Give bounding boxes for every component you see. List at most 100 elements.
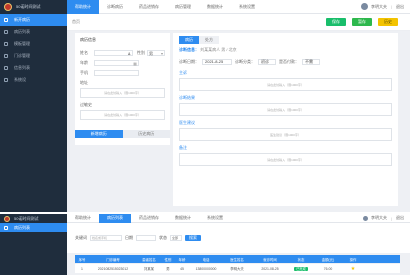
diagnosis-field[interactable]: 请在此处输入（限1000字）: [179, 103, 392, 116]
logo-icon: [4, 215, 10, 222]
date-field[interactable]: 2021-8-25: [202, 58, 232, 65]
name-label: 姓名: [80, 50, 88, 55]
search-button[interactable]: 搜索: [185, 235, 201, 241]
history-button[interactable]: 历史: [378, 18, 398, 26]
tab-record[interactable]: 病历: [179, 36, 199, 44]
col-age[interactable]: 年龄: [175, 257, 189, 262]
patient-extra: 男 / 北京: [221, 47, 237, 52]
info-icon: [4, 66, 8, 70]
sidebar-item-clinic[interactable]: 门诊管理: [0, 50, 67, 62]
col-record-no[interactable]: 门诊编号: [89, 257, 137, 262]
date-label: 日期: [125, 235, 133, 240]
col-status[interactable]: 状态: [289, 257, 313, 262]
col-sex[interactable]: 性别: [161, 257, 175, 262]
form-row-name: 姓名 ♟ 性别 男 ▾: [80, 48, 165, 58]
tab-prescription[interactable]: 处方: [199, 36, 219, 44]
col-phone[interactable]: 电话: [189, 257, 223, 262]
divider: |: [390, 215, 392, 221]
sidebar-item-label: 门诊管理: [14, 53, 30, 58]
tab-pharmacy[interactable]: 药品进销存: [131, 0, 167, 14]
search-bar: 关键词 姓名或手机 日期 状态 全部 搜索: [67, 223, 410, 253]
complaint-label: 主诉: [179, 70, 187, 75]
gear-icon: [4, 78, 8, 82]
tab-new-record[interactable]: 新增病历: [75, 130, 123, 138]
search-input[interactable]: 姓名或手机: [90, 235, 122, 241]
tab-diagnosis[interactable]: 诊断病历: [99, 0, 131, 14]
type-label: 诊断分类：: [235, 58, 255, 64]
record-detail-panel: 病历 处方 诊断信息： 刘某某病人 男 / 北京 诊断日期： 2021-8-25…: [173, 33, 398, 206]
col-patient[interactable]: 患者姓名: [137, 257, 161, 262]
avatar: [360, 3, 368, 10]
phone-field[interactable]: [94, 70, 139, 76]
date-input[interactable]: [136, 235, 156, 241]
sidebar-item-record-list[interactable]: 病历列表: [0, 223, 67, 232]
cell-index: 1: [81, 266, 83, 271]
remark-field[interactable]: 请在此处输入（限1000字）: [179, 153, 392, 166]
template-icon: [4, 42, 8, 46]
type-select[interactable]: 初诊: [258, 58, 276, 65]
tab-record-list[interactable]: 病历列表: [99, 214, 131, 223]
sidebar-item-info[interactable]: 信息列表: [0, 62, 67, 74]
tab-stats[interactable]: 数据统计: [199, 0, 231, 14]
tab-settings[interactable]: 系统设置: [199, 214, 231, 223]
breadcrumb[interactable]: 首页: [72, 19, 80, 25]
allergy-field[interactable]: 请在此处输入（限1000字）: [80, 110, 165, 120]
status-label: 状态: [159, 235, 167, 240]
user-name: 李明大夫: [370, 215, 387, 220]
patient-summary: 诊断信息： 刘某某病人 男 / 北京: [179, 47, 392, 53]
sidebar-item-new-record[interactable]: 新开病历: [0, 14, 67, 26]
address-field[interactable]: 请在此处输入（限1000字）: [80, 88, 165, 98]
tab-stats[interactable]: 数据统计: [167, 214, 199, 223]
tab-settings[interactable]: 系统设置: [231, 0, 263, 14]
draft-button[interactable]: 暂存: [352, 18, 372, 26]
col-index[interactable]: 序号: [75, 257, 89, 262]
detail-tabs: 病历 处方: [179, 36, 392, 44]
medical-record-editor-view: 50诺时间测试 新开病历 病历列表 模板管理 门诊管理 信息列表 系统设 帮助统…: [0, 0, 410, 212]
col-amount[interactable]: 金额(元): [313, 257, 343, 262]
sidebar-item-settings[interactable]: 系统设: [0, 74, 67, 86]
advice-field[interactable]: 医生建议（限1000字）: [179, 128, 392, 141]
pay-label: 是否付款：: [279, 58, 299, 64]
save-button[interactable]: 保存: [326, 18, 346, 26]
tab-history-record[interactable]: 历史病历: [122, 130, 170, 138]
sex-value: 男: [149, 51, 153, 56]
tab-help[interactable]: 帮助统计: [67, 0, 99, 14]
logout-link[interactable]: 退出: [396, 215, 404, 221]
sex-select[interactable]: 男 ▾: [147, 50, 165, 56]
age-label: 年龄: [80, 60, 88, 65]
tab-records[interactable]: 病历管理: [167, 0, 199, 14]
logout-link[interactable]: 退出: [396, 4, 404, 10]
name-field[interactable]: ♟: [94, 50, 133, 56]
tab-help[interactable]: 帮助统计: [67, 214, 99, 223]
col-doctor[interactable]: 医生姓名: [223, 257, 251, 262]
star-icon[interactable]: ★: [343, 266, 363, 272]
address-label: 地址: [80, 80, 88, 85]
clinic-icon: [4, 54, 8, 58]
sidebar-item-record-list[interactable]: 病历列表: [0, 26, 67, 38]
user-menu[interactable]: 李明大夫 | 退出: [362, 215, 410, 221]
form-row-phone: 手机: [80, 68, 165, 78]
col-time[interactable]: 就诊时间: [251, 257, 289, 262]
pay-select[interactable]: 不需: [302, 58, 320, 65]
cell-record-no: 2021082515023012: [97, 266, 129, 271]
sidebar-item-label: 新开病历: [14, 17, 30, 22]
cell-doctor: 李明大夫: [230, 267, 244, 271]
top-nav: 帮助统计 病历列表 药品进销存 数据统计 系统设置 李明大夫 | 退出: [67, 214, 410, 223]
user-menu[interactable]: 李明大夫 | 退出: [360, 3, 410, 10]
cell-status: 已完成: [289, 266, 313, 271]
date-label: 诊断日期：: [179, 58, 199, 64]
sidebar: 50诺时间测试 新开病历 病历列表 模板管理 门诊管理 信息列表 系统设: [0, 0, 67, 212]
allergy-label: 过敏史: [80, 102, 92, 107]
status-select[interactable]: 全部: [170, 235, 182, 241]
table-row[interactable]: 1 2021082515023012 刘某某 男 45 13800000000 …: [75, 264, 400, 273]
form-title: 病历信息: [80, 37, 96, 42]
col-action[interactable]: 操作: [343, 257, 363, 262]
sidebar-item-templates[interactable]: 模板管理: [0, 38, 67, 50]
action-buttons: 保存 暂存 历史: [326, 18, 410, 26]
complaint-field[interactable]: 请在此处输入（限1000字）: [179, 78, 392, 91]
status-badge: 已完成: [294, 267, 308, 271]
tab-pharmacy[interactable]: 药品进销存: [131, 214, 167, 223]
divider: |: [390, 4, 392, 9]
age-field[interactable]: ▦: [94, 60, 139, 66]
cell-patient: 刘某某: [143, 267, 155, 271]
